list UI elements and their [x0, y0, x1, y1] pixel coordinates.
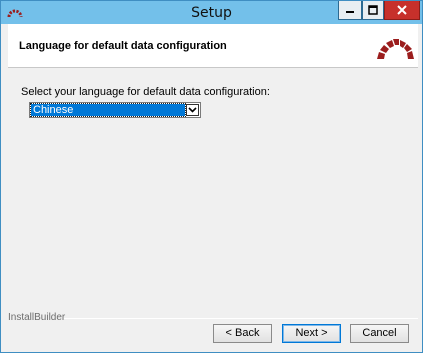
minimize-button[interactable]	[338, 1, 362, 20]
select-dropdown-button[interactable]	[186, 104, 199, 116]
footer-divider	[64, 318, 418, 319]
language-select[interactable]: Chinese	[29, 102, 201, 118]
chevron-down-icon	[188, 107, 197, 113]
page-title: Language for default data configuration	[19, 40, 227, 52]
close-icon	[397, 5, 407, 15]
language-select-value: Chinese	[30, 103, 186, 117]
header-panel: Language for default data configuration	[8, 24, 418, 68]
back-button[interactable]: < Back	[213, 324, 272, 343]
redmine-logo-icon	[377, 39, 414, 59]
content-panel: Select your language for default data co…	[8, 69, 418, 349]
setup-window: Setup Language for default data configur…	[0, 0, 423, 353]
next-button[interactable]: Next >	[282, 324, 341, 343]
maximize-icon	[368, 5, 378, 15]
language-prompt: Select your language for default data co…	[21, 86, 270, 98]
close-button[interactable]	[384, 1, 420, 20]
maximize-button[interactable]	[362, 1, 384, 20]
installbuilder-label: InstallBuilder	[8, 312, 66, 323]
cancel-button[interactable]: Cancel	[350, 324, 409, 343]
minimize-icon	[346, 11, 354, 13]
title-bar[interactable]: Setup	[1, 1, 422, 24]
